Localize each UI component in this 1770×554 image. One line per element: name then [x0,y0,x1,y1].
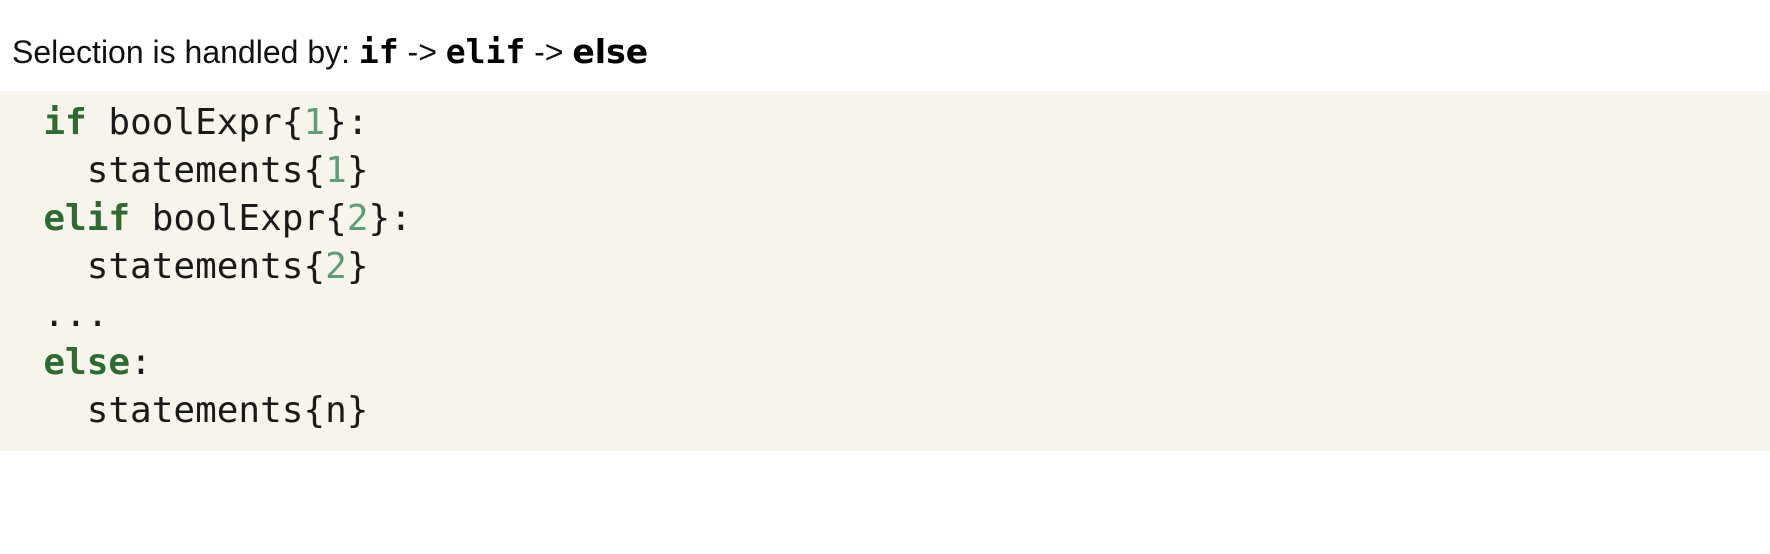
intro-sentence: Selection is handled by: if -> elif -> e… [12,30,648,74]
code-text: : [130,342,152,383]
code-keyword: elif [43,198,131,239]
code-line-if: if boolExpr{1}: [0,99,369,147]
code-text: ... [43,294,109,335]
code-text: boolExpr{ [86,102,304,143]
code-number: 1 [325,150,347,191]
code-line-elif: elif boolExpr{2}: [0,195,412,243]
code-line-ellipsis: ... [0,291,108,339]
code-text: statements{n} [86,390,369,431]
code-number: 1 [303,102,326,143]
code-line-statements-1: statements{1} [0,147,369,195]
code-block: if boolExpr{1}: statements{1} elif boolE… [0,91,1770,451]
code-text: }: [325,102,369,143]
code-text: } [346,246,369,287]
keyword-elif: elif [445,32,526,71]
code-line-else: else: [0,339,152,387]
arrow-2: -> [525,34,573,70]
page: Selection is handled by: if -> elif -> e… [0,0,1770,554]
intro-prefix: Selection is handled by: [12,34,359,70]
code-keyword: else [43,342,131,383]
code-text: } [346,150,369,191]
code-number: 2 [325,246,347,287]
code-line-statements-n: statements{n} [0,387,369,435]
keyword-if: if [358,32,399,71]
arrow-1: -> [398,34,446,70]
code-text: }: [368,198,412,239]
code-keyword: if [43,102,87,143]
code-number: 2 [346,198,369,239]
code-text: statements{ [86,246,326,287]
code-text: boolExpr{ [130,198,347,239]
code-text: statements{ [86,150,326,191]
code-line-statements-2: statements{2} [0,243,369,291]
keyword-else: else [572,32,649,71]
